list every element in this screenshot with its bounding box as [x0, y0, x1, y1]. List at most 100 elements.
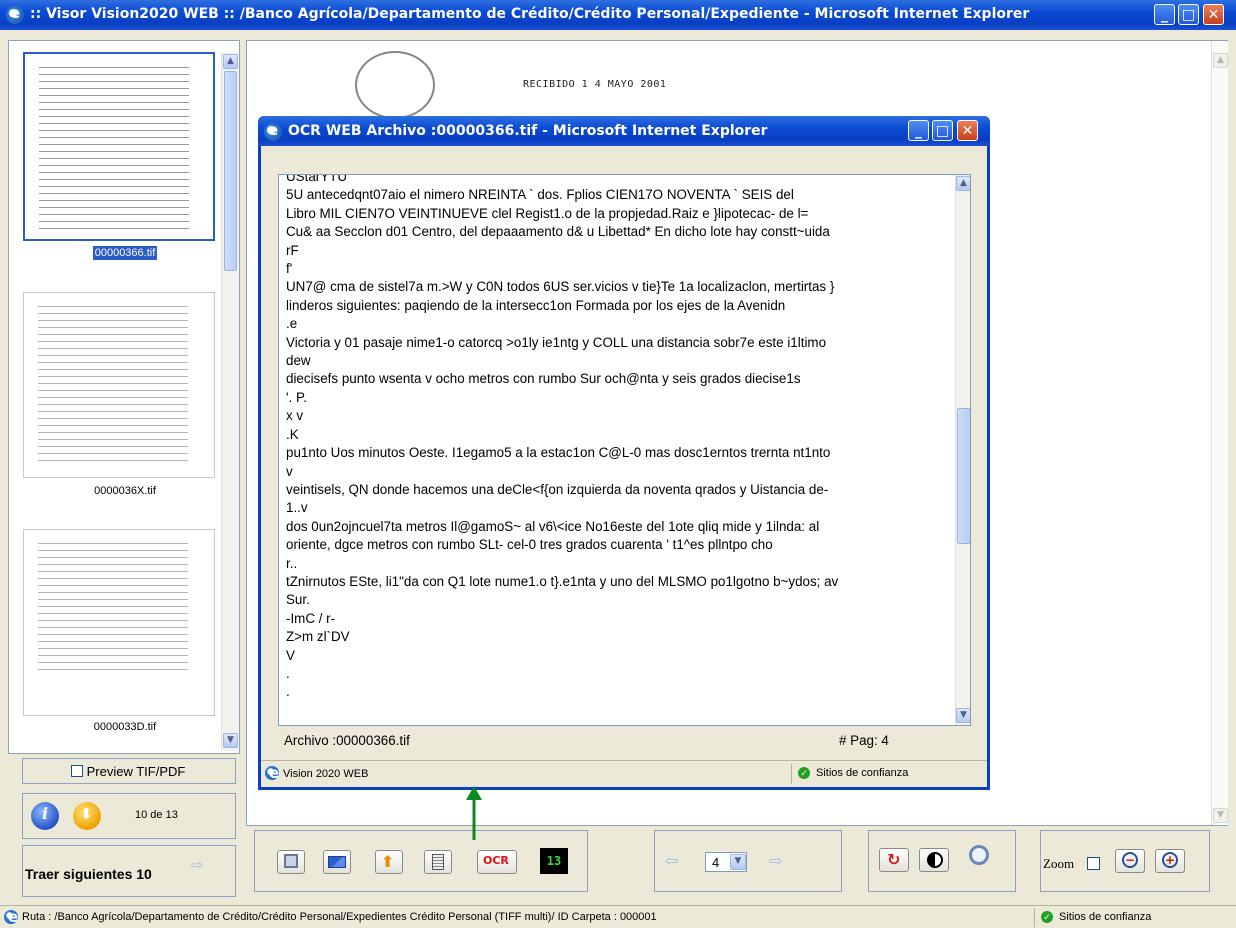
scroll-down-icon[interactable]: ▼: [956, 708, 970, 723]
ocr-window-title: OCR WEB Archivo :00000366.tif - Microsof…: [288, 123, 768, 139]
arrow-right-icon[interactable]: ⇨: [191, 856, 204, 874]
thumbnail[interactable]: [23, 292, 215, 478]
document-seal: [355, 51, 435, 119]
info-button[interactable]: i: [31, 802, 59, 830]
maximize-button[interactable]: □: [1178, 4, 1199, 25]
browser-statusbar: Ruta : /Banco Agrícola/Departamento de C…: [0, 905, 1236, 928]
minimize-icon: _: [915, 123, 922, 139]
page-select-value: 4: [712, 855, 720, 870]
thumbnail[interactable]: [23, 529, 215, 716]
zoom-out-button[interactable]: −: [1115, 849, 1145, 873]
envelope-icon: [328, 856, 346, 868]
ocr-text-line: Cu& aa Secclon d01 Centro, del depaaamen…: [286, 224, 830, 240]
thumbnail-scrollbar[interactable]: ▲ ▼: [221, 53, 239, 751]
page-select[interactable]: 4 ▼: [705, 852, 747, 872]
ocr-text-line: -ImC / r-: [286, 610, 336, 626]
zoom-label: Zoom: [1043, 856, 1075, 871]
email-button[interactable]: [323, 850, 351, 874]
upload-button[interactable]: ⬆: [375, 850, 403, 874]
ocr-maximize-button[interactable]: □: [932, 120, 953, 141]
scroll-up-icon[interactable]: ▲: [223, 54, 238, 69]
arrow-down-icon: ⬇: [80, 805, 93, 823]
window-titlebar[interactable]: :: Visor Vision2020 WEB :: /Banco Agríco…: [0, 0, 1236, 30]
ocr-text-line: v: [286, 463, 293, 479]
contrast-button[interactable]: [919, 848, 949, 872]
zoom-checkbox[interactable]: [1087, 857, 1100, 870]
archivo-label: Archivo :00000366.tif: [284, 733, 410, 748]
thumbnail-selected[interactable]: [23, 52, 215, 241]
close-icon: ✕: [961, 123, 974, 139]
zone-text: Sitios de confianza: [1059, 911, 1152, 923]
document-stamp-text: RECIBIDO 1 4 MAYO 2001: [523, 79, 667, 90]
scroll-down-icon[interactable]: ▼: [223, 733, 238, 748]
ocr-popup-window[interactable]: OCR WEB Archivo :00000366.tif - Microsof…: [258, 116, 990, 790]
checkmark-icon: ✓: [1041, 911, 1053, 923]
upload-icon: ⬆: [381, 852, 395, 871]
minimize-button[interactable]: _: [1154, 4, 1175, 25]
load-more-link[interactable]: Traer siguientes 10: [25, 866, 152, 882]
image-tools-panel: ↻: [868, 830, 1016, 892]
close-button[interactable]: ✕: [1203, 4, 1224, 25]
ocr-text-line: rF: [286, 242, 299, 258]
ocr-scrollbar[interactable]: ▲ ▼: [955, 175, 970, 725]
zoom-in-icon: +: [1162, 852, 1178, 868]
ocr-text-line: oriente, dgce metros con rumbo SLt- cel-…: [286, 537, 773, 553]
preview-panel: Preview TIF/PDF: [22, 758, 236, 784]
ocr-label: OCR: [483, 854, 509, 867]
ocr-text-line: .e: [286, 316, 298, 332]
ocr-text-line: .: [286, 665, 290, 681]
ocr-text-line: Z>m zl`DV: [286, 629, 350, 645]
download-button[interactable]: ⬇: [73, 802, 101, 830]
scrollbar-thumb[interactable]: [224, 71, 237, 271]
route-text: Ruta : /Banco Agrícola/Departamento de C…: [22, 911, 657, 923]
rotate-icon: ↻: [887, 850, 901, 869]
ocr-status-right: Sitios de confianza: [816, 767, 909, 779]
maximize-icon: □: [935, 123, 950, 139]
pager-panel: i ⬇ 10 de 13: [22, 793, 236, 839]
ocr-minimize-button[interactable]: _: [908, 120, 929, 141]
rotate-button[interactable]: ↻: [879, 848, 909, 872]
disk-icon: [284, 854, 298, 868]
document-thumbnail-image: [38, 303, 188, 463]
page-number-label: # Pag: 4: [839, 733, 889, 748]
ocr-text-line: r..: [286, 555, 298, 571]
ocr-text-line: veintisels, QN donde hacemos una deCle<f…: [286, 481, 829, 497]
document-icon: [432, 854, 444, 870]
save-button[interactable]: [277, 850, 305, 874]
window-title: :: Visor Vision2020 WEB :: /Banco Agríco…: [30, 6, 1030, 22]
ocr-text-line: linderos siguientes: paqiendo de la inte…: [286, 297, 786, 313]
scroll-up-icon[interactable]: ▲: [1213, 53, 1228, 68]
ocr-text-area[interactable]: UStarYTU 5U antecedqnt07aio el nimero NRE…: [278, 174, 971, 726]
zoom-in-button[interactable]: +: [1155, 849, 1185, 873]
minimize-icon: _: [1161, 7, 1168, 23]
ocr-text-line: Sur.: [286, 592, 310, 608]
arrow-left-icon[interactable]: ⇦: [665, 851, 678, 870]
scroll-down-icon[interactable]: ▼: [1213, 808, 1228, 823]
ocr-text-line: x v: [286, 408, 304, 424]
checkmark-icon: ✓: [798, 767, 810, 779]
chevron-down-icon[interactable]: ▼: [730, 854, 746, 870]
ocr-window-titlebar[interactable]: OCR WEB Archivo :00000366.tif - Microsof…: [258, 116, 990, 146]
document-button[interactable]: [424, 850, 452, 874]
ocr-text-line: .: [286, 684, 290, 700]
magnifier-button[interactable]: [961, 843, 1001, 877]
load-more-panel: Traer siguientes 10 ⇨: [22, 845, 236, 897]
scroll-up-icon[interactable]: ▲: [956, 176, 970, 191]
contrast-icon: [927, 852, 943, 868]
ocr-button[interactable]: OCR: [477, 850, 517, 874]
page-icon: [4, 908, 18, 926]
thumbnail-label: 0000036X.tif: [94, 485, 156, 497]
magnifier-icon: [969, 845, 989, 865]
scrollbar-thumb[interactable]: [957, 408, 970, 544]
arrow-right-icon[interactable]: ⇨: [769, 851, 782, 870]
zoom-out-icon: −: [1122, 852, 1138, 868]
preview-checkbox[interactable]: Preview TIF/PDF: [71, 764, 185, 779]
viewer-scrollbar[interactable]: ▲ ▼: [1211, 41, 1228, 825]
ocr-close-button[interactable]: ✕: [957, 120, 978, 141]
checkbox-icon[interactable]: [71, 765, 83, 777]
ocr-text-content: UStarYTU 5U antecedqnt07aio el nimero NRE…: [286, 175, 951, 702]
internet-explorer-icon: [6, 4, 24, 24]
document-thumbnail-image: [39, 64, 189, 229]
thumbnail-panel: 00000366.tif 0000036X.tif 0000033D.tif ▲…: [8, 40, 240, 754]
status-zone: ✓ Sitios de confianza: [791, 764, 971, 784]
